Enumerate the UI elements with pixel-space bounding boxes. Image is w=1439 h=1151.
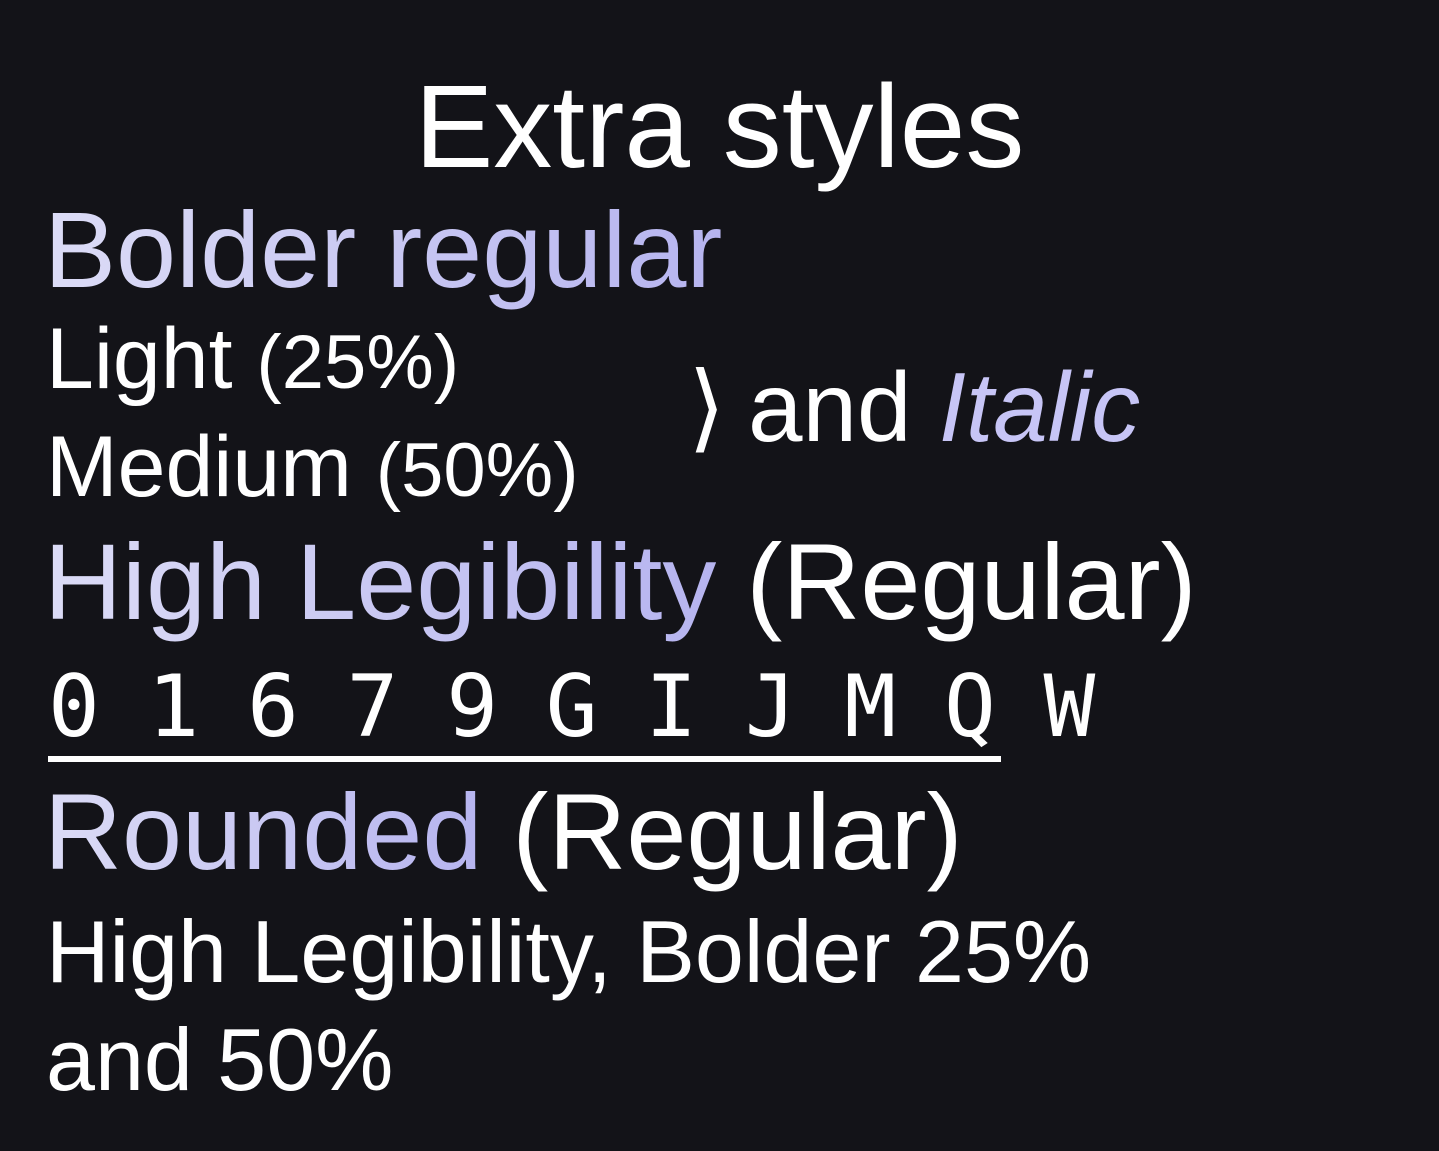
high-legibility-weight: (Regular) [746,521,1197,642]
medium-row: Medium (50%) [46,424,579,510]
rounded-text: Rounded [44,771,483,892]
bolder-heading-text: Bolder regular [44,189,723,310]
and-italic-text: and Italic [748,358,1140,456]
rounded-description-line-2: and 50% [46,1010,394,1109]
medium-percent: (50%) [375,428,579,513]
rounded-heading: Rounded (Regular) [44,778,963,886]
glyph-underline [48,756,1001,762]
light-row: Light (25%) [46,316,459,402]
and-word: and [748,352,912,462]
italic-word: Italic [938,352,1141,462]
rounded-weight: (Regular) [512,771,963,892]
high-legibility-text: High Legibility [44,521,717,642]
brace-symbol: ⟩ [688,354,726,461]
high-legibility-heading: High Legibility (Regular) [44,528,1197,636]
bolder-heading: Bolder regular [44,196,722,304]
legibility-glyph-sample: 0 1 6 7 9 G I J M Q W [48,657,1095,757]
rounded-description-line-1: High Legibility, Bolder 25% [46,902,1092,1001]
medium-label: Medium [46,419,352,515]
light-label: Light [46,311,233,407]
light-percent: (25%) [256,320,460,405]
page-title: Extra styles [414,61,1025,193]
